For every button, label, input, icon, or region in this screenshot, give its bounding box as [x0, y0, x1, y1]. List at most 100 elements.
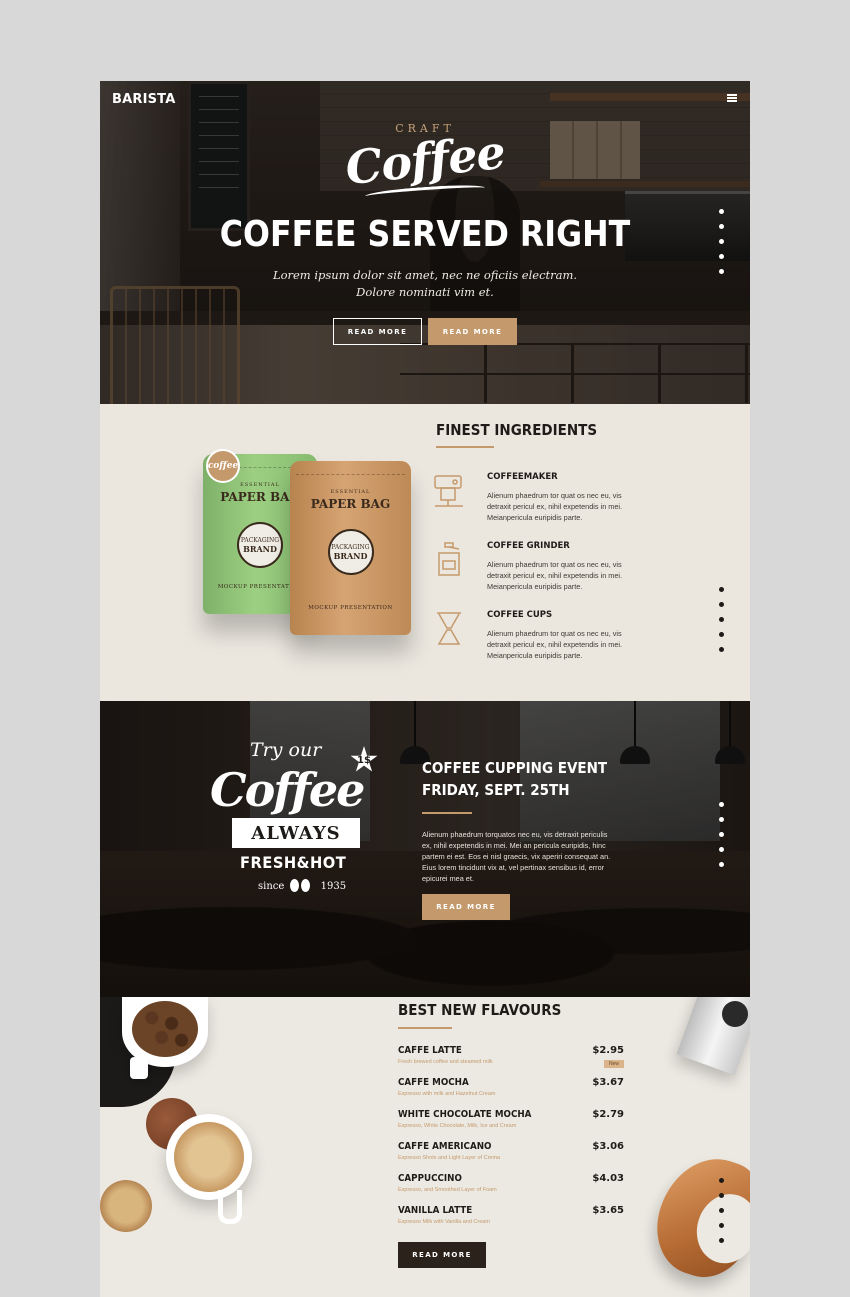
event-title: COFFEE CUPPING EVENT FRIDAY, SEPT. 25TH	[422, 757, 607, 801]
coffeemaker-icon	[434, 475, 463, 507]
slide-dot[interactable]	[719, 224, 724, 229]
hero-section: BARISTA CRAFT Coffee COFFEE SERVED RIGHT…	[100, 81, 750, 404]
slide-dot[interactable]	[719, 239, 724, 244]
product-bag-kraft: ESSENTIAL PAPER BAG PACKAGING BRAND MOCK…	[290, 461, 411, 635]
event-slide-dots	[719, 802, 729, 877]
feature-text: Alienum phaedrum tor quat os nec eu, vis…	[487, 491, 623, 522]
menu-item-price: $2.95	[592, 1045, 624, 1056]
cup-handle	[218, 1190, 242, 1224]
hero-subtitle: Lorem ipsum dolor sit amet, nec ne ofici…	[100, 267, 750, 301]
event-description: Alienum phaedrum torquatos nec eu, vis d…	[422, 830, 611, 883]
menu-section: BEST NEW FLAVOURS CAFFE LATTE $2.95 Fres…	[100, 997, 750, 1297]
slide-dot[interactable]	[719, 602, 724, 607]
menu-list: CAFFE LATTE $2.95 Fresh brewed coffee an…	[398, 1045, 624, 1237]
coffee-badge: coffee	[206, 449, 240, 483]
coffee-bean-icon	[290, 879, 312, 893]
feature-title: COFFEE CUPS	[487, 610, 553, 620]
menu-item[interactable]: CAFFE AMERICANO $3.06 Espresso Shots and…	[398, 1141, 624, 1173]
menu-item[interactable]: CAPPUCCINO $4.03 Espresso, and Smoothed …	[398, 1173, 624, 1205]
new-badge: New	[603, 1060, 624, 1068]
coffee-grinder-icon	[438, 542, 460, 576]
coffee-cup-icon	[437, 612, 461, 645]
feature-text: Alienum phaedrum tor quat os nec eu, vis…	[487, 560, 623, 591]
menu-item-name: VANILLA LATTE	[398, 1205, 473, 1216]
promo-badge: Try our 1$ Coffee ALWAYS FRESH&HOT since…	[208, 735, 398, 905]
event-title-line-2: FRIDAY, SEPT. 25TH	[422, 781, 570, 799]
event-read-more-button[interactable]: READ MORE	[422, 894, 510, 920]
slide-dot[interactable]	[719, 1238, 724, 1243]
promo-fresh-hot: FRESH&HOT	[240, 853, 347, 872]
menu-item[interactable]: CAFFE MOCHA $3.67 Espresso with milk and…	[398, 1077, 624, 1109]
page-frame: BARISTA CRAFT Coffee COFFEE SERVED RIGHT…	[100, 81, 750, 1297]
slide-dot[interactable]	[719, 617, 724, 622]
menu-item-price: $3.65	[592, 1205, 624, 1216]
bag-seal: PACKAGING BRAND	[237, 522, 283, 568]
event-title-line-1: COFFEE CUPPING EVENT	[422, 759, 608, 777]
menu-slide-dots	[719, 1178, 729, 1253]
slide-dot[interactable]	[719, 209, 724, 214]
promo-try-text: Try our	[250, 739, 322, 761]
slide-dot[interactable]	[719, 647, 724, 652]
slide-dot[interactable]	[719, 862, 724, 867]
slide-dot[interactable]	[719, 802, 724, 807]
hero-slide-dots	[719, 209, 729, 284]
menu-title: BEST NEW FLAVOURS	[398, 1001, 562, 1019]
bowl-handle	[130, 1057, 148, 1079]
slide-dot[interactable]	[719, 587, 724, 592]
menu-item-name: WHITE CHOCOLATE MOCHA	[398, 1109, 532, 1120]
bag-foot-label: MOCKUP PRESENTATION	[308, 605, 393, 611]
menu-item-name: CAFFE AMERICANO	[398, 1141, 492, 1152]
menu-item-price: $4.03	[592, 1173, 624, 1184]
slide-dot[interactable]	[719, 817, 724, 822]
menu-item-description: Espresso Milk with Vanilla and Cream	[398, 1219, 490, 1225]
slide-dot[interactable]	[719, 269, 724, 274]
ingredients-title: FINEST INGREDIENTS	[436, 421, 598, 439]
slide-dot[interactable]	[719, 1193, 724, 1198]
event-section: Try our 1$ Coffee ALWAYS FRESH&HOT since…	[100, 701, 750, 997]
slide-dot[interactable]	[719, 1208, 724, 1213]
promo-always-banner: ALWAYS	[232, 818, 360, 848]
menu-item-price: $3.67	[592, 1077, 624, 1088]
feature-title: COFFEE GRINDER	[487, 541, 570, 551]
slide-dot[interactable]	[719, 254, 724, 259]
menu-item-name: CAFFE MOCHA	[398, 1077, 469, 1088]
feature-title: COFFEEMAKER	[487, 472, 558, 482]
slide-dot[interactable]	[719, 1178, 724, 1183]
moka-pot-knob	[722, 1001, 748, 1027]
slide-dot[interactable]	[719, 632, 724, 637]
promo-coffee-script: Coffee	[210, 763, 365, 817]
menu-item-description: Fresh brewed coffee and steamed milk	[398, 1059, 493, 1065]
menu-item-price: $2.79	[592, 1109, 624, 1120]
hero-subtitle-line-1: Lorem ipsum dolor sit amet, nec ne ofici…	[272, 268, 578, 282]
espresso-cup	[100, 1180, 152, 1232]
cappuccino-cup	[166, 1114, 252, 1200]
ingredients-section: ESSENTIAL PAPER BAG PACKAGING BRAND MOCK…	[100, 404, 750, 701]
slide-dot[interactable]	[719, 1223, 724, 1228]
menu-item-description: Espresso Shots and Light Layer of Crema	[398, 1155, 501, 1161]
menu-item[interactable]: WHITE CHOCOLATE MOCHA $2.79 Espresso, Wh…	[398, 1109, 624, 1141]
feature-text: Alienum phaedrum tor quat os nec eu, vis…	[487, 629, 623, 660]
menu-read-more-button[interactable]: READ MORE	[398, 1242, 486, 1268]
menu-item-name: CAPPUCCINO	[398, 1173, 462, 1184]
croissant-image	[643, 1145, 750, 1289]
menu-item-description: Espresso with milk and Hazelnut Cream	[398, 1091, 496, 1097]
slide-dot[interactable]	[719, 832, 724, 837]
bag-name-label: PAPER BAG	[310, 497, 391, 511]
ingredients-title-rule	[436, 446, 494, 448]
menu-item-name: CAFFE LATTE	[398, 1045, 462, 1056]
brand-logo[interactable]: BARISTA	[112, 92, 176, 107]
hero-read-more-button-secondary[interactable]: READ MORE	[428, 318, 517, 345]
menu-item-description: Espresso, and Smoothed Layer of Foam	[398, 1187, 497, 1193]
menu-title-rule	[398, 1027, 452, 1029]
bag-seal: PACKAGING BRAND	[327, 529, 374, 575]
menu-item[interactable]: CAFFE LATTE $2.95 Fresh brewed coffee an…	[398, 1045, 624, 1077]
hero-read-more-button[interactable]: READ MORE	[333, 318, 422, 345]
menu-item-price: $3.06	[592, 1141, 624, 1152]
event-title-rule	[422, 812, 472, 814]
menu-item[interactable]: VANILLA LATTE $3.65 Espresso Milk with V…	[398, 1205, 624, 1237]
bag-essential-label: ESSENTIAL	[330, 489, 371, 495]
hero-title: COFFEE SERVED RIGHT	[219, 214, 631, 255]
ingredients-slide-dots	[719, 587, 729, 662]
hero-subtitle-line-2: Dolore nominati vim et.	[356, 285, 494, 299]
slide-dot[interactable]	[719, 847, 724, 852]
